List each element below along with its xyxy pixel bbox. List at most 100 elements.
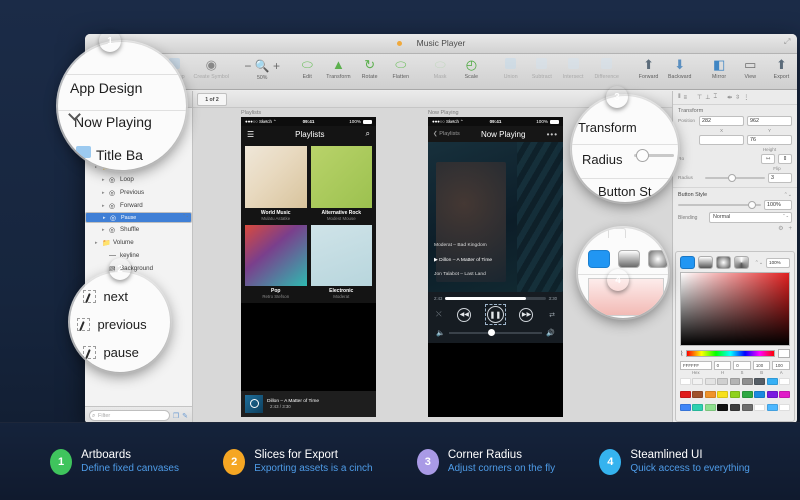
color-swatch[interactable] — [692, 391, 703, 398]
disclosure-triangle-icon[interactable]: ▸ — [103, 215, 110, 221]
flip-vertical-button[interactable]: ⇕ — [778, 154, 792, 164]
height-input[interactable]: 76 — [747, 135, 792, 145]
layer-row[interactable]: ▸◎Forward — [85, 199, 192, 212]
color-swatch[interactable] — [730, 391, 741, 398]
disclosure-triangle-icon[interactable]: ▸ — [102, 227, 109, 233]
align-center-icon[interactable]: ≡ — [684, 95, 688, 101]
flip-horizontal-button[interactable]: ⇿ — [761, 154, 775, 164]
hamburger-icon[interactable]: ☰ — [247, 130, 254, 139]
color-picker-popover[interactable]: ⌃⌄ 100% ⌇ FFFFFF Hex — [675, 251, 795, 422]
color-swatch[interactable] — [717, 391, 728, 398]
layer-row[interactable]: —keyline — [85, 249, 192, 262]
color-swatch[interactable] — [779, 391, 790, 398]
layer-row[interactable]: ▸◎Previous — [85, 186, 192, 199]
hue-input[interactable]: 0 — [714, 361, 732, 370]
page-tab[interactable]: 1 of 2 — [197, 93, 227, 106]
disclosure-triangle-icon[interactable]: ▸ — [102, 177, 109, 183]
next-icon[interactable]: ▶▶ — [519, 308, 533, 322]
previous-icon[interactable]: ◀◀ — [457, 308, 471, 322]
saturation-value-area[interactable] — [680, 272, 790, 346]
pencil-icon[interactable]: ✎ — [182, 412, 188, 420]
color-swatch[interactable] — [705, 378, 716, 385]
position-y-input[interactable]: 962 — [747, 116, 792, 126]
opacity-slider[interactable] — [678, 204, 761, 206]
color-swatch[interactable] — [730, 404, 741, 411]
add-fill-icon[interactable]: + — [788, 226, 792, 232]
radius-slider[interactable] — [705, 177, 765, 179]
duplicate-icon[interactable]: ❐ — [173, 412, 179, 420]
swatch-row-grays[interactable] — [676, 375, 794, 388]
back-button[interactable]: ❮ Playlists — [433, 131, 460, 137]
layer-row[interactable]: ▸◎Pause — [85, 212, 192, 223]
toolbar-union[interactable]: Union — [495, 57, 526, 80]
brightness-input[interactable]: 100 — [753, 361, 771, 370]
color-swatch[interactable] — [754, 391, 765, 398]
color-swatch[interactable] — [742, 404, 753, 411]
album-cell[interactable]: World MusicMulatu Astatke — [245, 146, 307, 221]
artboard-now-playing[interactable]: ●●●○○ Sketch ⌃ 09:41 100% ❮ Playlists No… — [428, 117, 563, 417]
color-swatch[interactable] — [680, 378, 691, 385]
toolbar-export[interactable]: ⬆ Export — [766, 57, 797, 80]
track-item[interactable]: ▶ Dillon – A Matter of Time — [434, 257, 557, 263]
color-swatch[interactable] — [767, 391, 778, 398]
toolbar-scale[interactable]: ◴ Scale — [456, 57, 487, 80]
alignment-toolbar[interactable]: ⫴ ≡ ⊤ ⊥ ⌶ ⇹ ⇳ ⋮ — [673, 91, 797, 105]
distribute-h-icon[interactable]: ⇹ — [727, 94, 732, 101]
toolbar-backward[interactable]: ⬇ Backward — [664, 57, 695, 80]
toolbar-create-symbol[interactable]: ◉ Create Symbol — [190, 57, 233, 80]
track-list[interactable]: Moderat – Bad Kingdom ▶ Dillon – A Matter… — [428, 243, 563, 292]
layer-row[interactable]: ▸📁Volume — [85, 236, 192, 249]
distribute-v-icon[interactable]: ⇳ — [735, 94, 740, 101]
progress-bar[interactable] — [445, 297, 545, 300]
album-cell[interactable]: Alternative RockModest Mouse — [311, 146, 373, 221]
hex-input[interactable]: FFFFFF — [680, 361, 712, 370]
radius-input[interactable]: 3 — [768, 173, 792, 183]
layer-row[interactable]: ▸◎Loop — [85, 173, 192, 186]
fill-type-solid-swatch[interactable] — [680, 256, 695, 269]
mini-player[interactable]: Dillon – A Matter of Time 2:43 / 3:30 — [241, 391, 376, 417]
repeat-icon[interactable]: ⇄ — [549, 311, 555, 319]
fill-type-radial-gradient-swatch[interactable] — [716, 256, 731, 269]
color-swatch[interactable] — [742, 391, 753, 398]
blending-select[interactable]: Normal — [709, 212, 792, 223]
swatch-row-2[interactable] — [676, 401, 794, 414]
color-swatch[interactable] — [779, 378, 790, 385]
color-swatch[interactable] — [754, 378, 765, 385]
color-swatch[interactable] — [680, 404, 691, 411]
color-swatch[interactable] — [717, 404, 728, 411]
fill-opacity-input[interactable]: 100% — [766, 258, 790, 268]
album-cell[interactable]: PopRetro Stefson — [245, 225, 307, 300]
opacity-input[interactable]: 100% — [764, 200, 792, 210]
toolbar-edit[interactable]: ⬭ Edit — [292, 57, 323, 80]
toolbar-intersect[interactable]: Intersect — [558, 57, 589, 80]
saturation-input[interactable]: 0 — [733, 361, 751, 370]
color-swatch[interactable] — [705, 391, 716, 398]
fill-stepper-icon[interactable]: ⌃⌄ — [755, 260, 763, 266]
disclosure-triangle-icon[interactable]: ▸ — [95, 240, 102, 246]
toolbar-view[interactable]: ▭ View — [735, 57, 766, 80]
color-swatch[interactable] — [692, 378, 703, 385]
color-swatch[interactable] — [767, 404, 778, 411]
eyedropper-icon[interactable]: ⌇ — [680, 350, 683, 358]
shuffle-icon[interactable]: ⤬ — [436, 311, 442, 319]
toolbar-rotate[interactable]: ↻ Rotate — [354, 57, 385, 80]
toolbar-transform[interactable]: ▲ Transform — [323, 57, 354, 80]
align-middle-icon[interactable]: ⊥ — [705, 94, 710, 101]
track-item[interactable]: Moderat – Bad Kingdom — [434, 243, 557, 248]
more-align-icon[interactable]: ⋮ — [743, 94, 749, 101]
align-left-icon[interactable]: ⫴ — [678, 94, 681, 101]
color-swatch[interactable] — [705, 404, 716, 411]
track-item[interactable]: Jon Talabot – Last Land — [434, 272, 557, 277]
album-cell[interactable]: ElectronicModerat — [311, 225, 373, 300]
layer-filter-input[interactable]: Filter — [89, 410, 170, 421]
toolbar-subtract[interactable]: Subtract — [526, 57, 557, 80]
hue-slider[interactable] — [686, 350, 775, 357]
fill-type-angular-gradient-swatch[interactable] — [734, 256, 749, 269]
artboard-playlists[interactable]: ●●●○○ Sketch ⌃ 09:41 100% ☰ Playlists ⌕ … — [241, 117, 376, 417]
toolbar-difference[interactable]: Difference — [589, 57, 625, 80]
color-swatch[interactable] — [730, 378, 741, 385]
toolbar-flatten[interactable]: ⬭ Flatten — [385, 57, 416, 80]
style-stepper-icon[interactable]: ⌃⌄ — [784, 192, 792, 198]
resize-icon[interactable]: ⤢ — [784, 38, 792, 46]
pause-icon[interactable]: ❚❚ — [487, 306, 504, 323]
